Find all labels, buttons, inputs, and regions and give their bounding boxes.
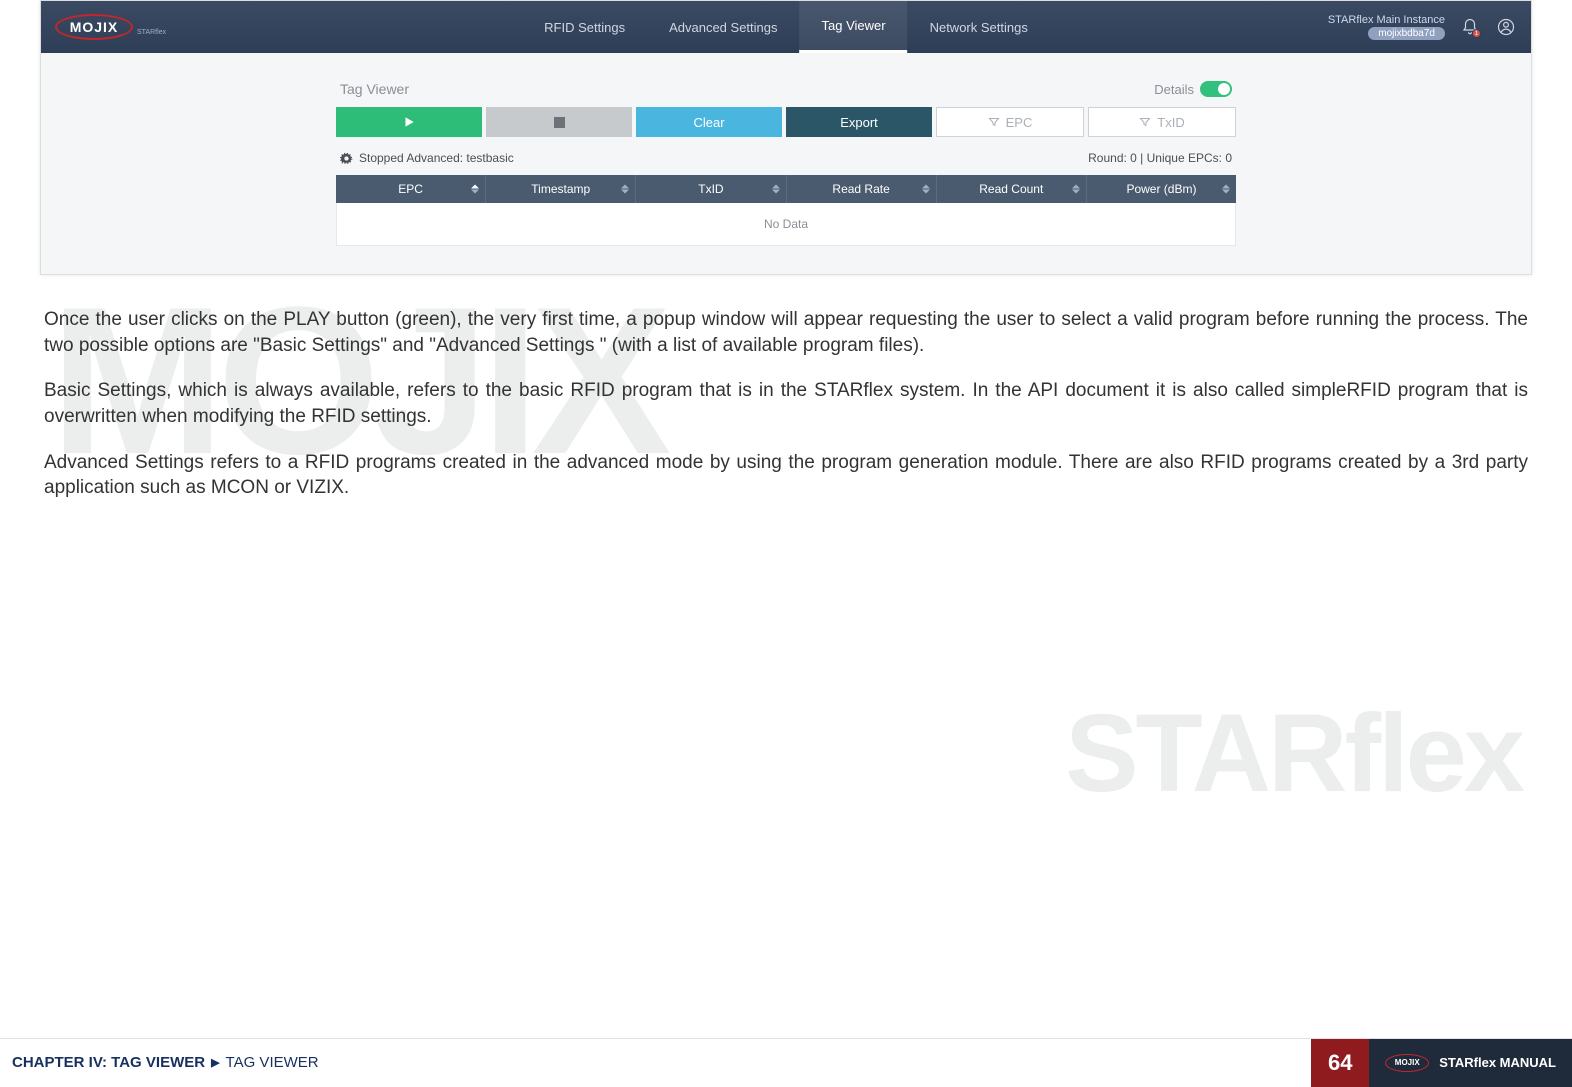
th-label: TxID: [698, 182, 723, 196]
details-label: Details: [1154, 82, 1194, 97]
gear-icon: [340, 152, 353, 165]
export-button[interactable]: Export: [786, 107, 932, 137]
th-label: Power (dBm): [1126, 182, 1196, 196]
panel-title: Tag Viewer: [340, 81, 409, 97]
button-row: Clear Export EPC TxID: [336, 107, 1236, 137]
th-epc[interactable]: EPC: [336, 175, 486, 203]
th-label: Timestamp: [531, 182, 590, 196]
table-header: EPC Timestamp TxID Read Rate Read Count: [336, 175, 1236, 203]
th-label: Read Count: [979, 182, 1043, 196]
sort-icon: [1072, 185, 1080, 194]
status-row: Stopped Advanced: testbasic Round: 0 | U…: [336, 137, 1236, 175]
panel-body: Tag Viewer Details Clear Export EPC: [41, 53, 1531, 274]
paragraph-3: Advanced Settings refers to a RFID progr…: [44, 450, 1528, 501]
filter-txid-button[interactable]: TxID: [1088, 107, 1236, 137]
th-timestamp[interactable]: Timestamp: [486, 175, 636, 203]
breadcrumb-chapter: CHAPTER IV: TAG VIEWER: [12, 1054, 205, 1071]
instance-block: STARflex Main Instance mojixbdba7d: [1328, 14, 1445, 40]
manual-label: STARflex MANUAL: [1439, 1055, 1556, 1070]
filter-icon: [988, 116, 1000, 128]
paragraph-1: Once the user clicks on the PLAY button …: [44, 307, 1528, 358]
play-button[interactable]: [336, 107, 482, 137]
bell-badge: 1: [1472, 29, 1481, 38]
th-power[interactable]: Power (dBm): [1087, 175, 1236, 203]
breadcrumb-sub: TAG VIEWER: [226, 1054, 319, 1071]
manual-badge: MOJIX STARflex MANUAL: [1369, 1039, 1572, 1087]
play-icon: [402, 115, 416, 129]
instance-main: STARflex Main Instance: [1328, 14, 1445, 26]
status-left-text: Stopped Advanced: testbasic: [359, 151, 514, 165]
screenshot-region: MOJIX STARflex RFID Settings Advanced Se…: [40, 0, 1532, 275]
sort-icon: [1222, 185, 1230, 194]
main-nav: RFID Settings Advanced Settings Tag View…: [522, 1, 1050, 53]
nav-tag-viewer[interactable]: Tag Viewer: [799, 1, 907, 53]
th-label: Read Rate: [832, 182, 889, 196]
mini-logo: MOJIX: [1385, 1054, 1429, 1072]
nav-network-settings[interactable]: Network Settings: [908, 1, 1050, 53]
filter-epc-button[interactable]: EPC: [936, 107, 1084, 137]
th-label: EPC: [398, 182, 423, 196]
instance-badge: mojixbdba7d: [1368, 27, 1445, 40]
logo-text: MOJIX: [55, 14, 133, 40]
paragraph-2: Basic Settings, which is always availabl…: [44, 378, 1528, 429]
breadcrumb-arrow-icon: ▶: [211, 1056, 219, 1069]
status-right-text: Round: 0 | Unique EPCs: 0: [1088, 151, 1232, 165]
stop-icon: [554, 117, 565, 128]
panel-title-row: Tag Viewer Details: [336, 77, 1236, 107]
sort-icon: [922, 185, 930, 194]
body-text: Once the user clicks on the PLAY button …: [44, 307, 1528, 501]
logo-sub: STARflex: [137, 29, 166, 36]
filter-icon: [1139, 116, 1151, 128]
table-nodata: No Data: [336, 203, 1236, 246]
page-number: 64: [1311, 1039, 1369, 1087]
th-txid[interactable]: TxID: [636, 175, 786, 203]
nav-advanced-settings[interactable]: Advanced Settings: [647, 1, 799, 53]
th-readrate[interactable]: Read Rate: [787, 175, 937, 203]
sort-icon: [621, 185, 629, 194]
th-readcount[interactable]: Read Count: [937, 175, 1087, 203]
breadcrumb: CHAPTER IV: TAG VIEWER ▶ TAG VIEWER: [12, 1054, 319, 1071]
toggle-icon: [1200, 81, 1232, 97]
stop-button[interactable]: [486, 107, 632, 137]
bell-icon[interactable]: 1: [1459, 16, 1481, 38]
filter-epc-label: EPC: [1006, 115, 1033, 130]
nav-rfid-settings[interactable]: RFID Settings: [522, 1, 647, 53]
filter-txid-label: TxID: [1157, 115, 1184, 130]
topbar: MOJIX STARflex RFID Settings Advanced Se…: [41, 1, 1531, 53]
user-icon[interactable]: [1495, 16, 1517, 38]
logo: MOJIX STARflex: [55, 14, 166, 40]
status-left: Stopped Advanced: testbasic: [340, 151, 514, 165]
topbar-right: STARflex Main Instance mojixbdba7d 1: [1328, 14, 1517, 40]
watermark-starflex: STARflex: [1065, 690, 1522, 817]
sort-icon: [772, 185, 780, 194]
details-toggle[interactable]: Details: [1154, 81, 1232, 97]
sort-icon: [471, 185, 479, 194]
footer: CHAPTER IV: TAG VIEWER ▶ TAG VIEWER 64 M…: [0, 1038, 1572, 1086]
clear-button[interactable]: Clear: [636, 107, 782, 137]
